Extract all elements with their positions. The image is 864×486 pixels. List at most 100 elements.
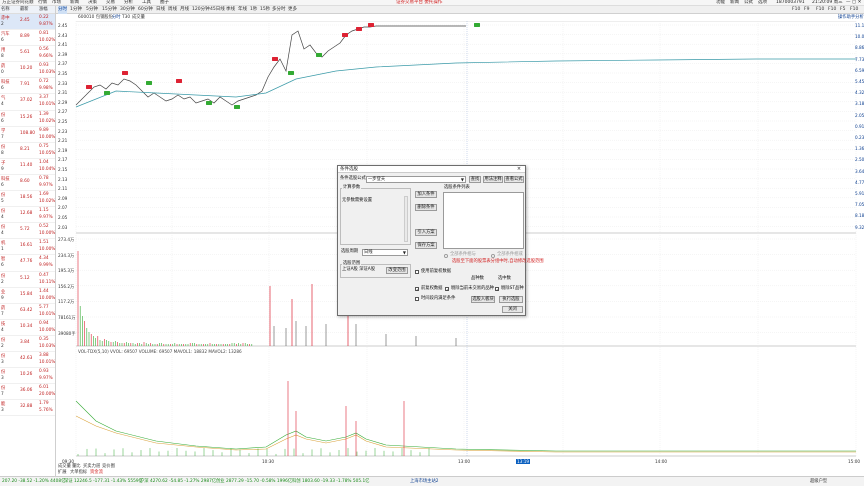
period-select[interactable]: 日线 ▼ — [362, 249, 408, 256]
stock-change: 0.94 — [39, 320, 49, 326]
period-tab[interactable]: 1分钟 — [70, 6, 82, 14]
period-tab[interactable]: 30分钟 — [120, 6, 135, 14]
chart-tab[interactable]: T30 — [122, 14, 130, 21]
stock-price: 3.84 — [20, 339, 30, 345]
watchlist-row[interactable]: 技 4 10.34 0.94 10.00% — [0, 320, 55, 336]
watchlist-row[interactable]: 业 9 15.84 1.44 10.00% — [0, 288, 55, 304]
period-tab[interactable]: 60分钟 — [138, 6, 153, 14]
watchlist-row[interactable]: 份 8 8.21 0.75 10.05% — [0, 143, 55, 159]
watchlist-row[interactable]: 科技 6 8.60 0.78 9.97% — [0, 175, 55, 192]
dialog-titlebar[interactable]: 条件选股 × — [338, 166, 525, 173]
watchlist-row[interactable]: 份 4 5.72 0.52 10.00% — [0, 223, 55, 240]
watchlist-row[interactable]: 机 1 16.61 1.51 10.00% — [0, 239, 55, 256]
timed-label: 时间段内满足条件 — [421, 296, 456, 301]
selected-label: 选中数 — [498, 276, 511, 281]
index-status[interactable]: 科创 1803.60 -19.33 -1.78% 505.1亿 — [292, 478, 369, 486]
price-tick-label: 2.23 — [58, 128, 68, 134]
watchlist-row[interactable]: 份 4 12.68 1.15 9.97% — [0, 207, 55, 224]
stock-price: 10.20 — [20, 66, 33, 72]
toolbar-shortcut[interactable]: F10 — [816, 6, 824, 14]
period-tab[interactable]: 15秒 — [260, 6, 270, 14]
save-plan-button[interactable]: 保存方案 — [415, 242, 437, 249]
index-status[interactable]: 深证 12246.5 -177.31 -1.43% 5559亿 — [64, 478, 143, 486]
watchlist-row[interactable]: 药 0 10.20 0.93 10.03% — [0, 62, 55, 79]
server-status[interactable]: 上海市场主站2 — [410, 478, 439, 486]
watchlist-row[interactable]: 份 5 18.56 1.69 10.02% — [0, 191, 55, 208]
period-tab[interactable]: 45日线 — [210, 6, 225, 14]
stock-change: 0.81 — [39, 31, 49, 37]
index-status[interactable]: 创业 2877.29 -15.70 -0.58% 1996亿 — [216, 478, 292, 486]
watchlist-row[interactable]: 气 4 37.02 3.37 10.01% — [0, 94, 55, 111]
toolbar-shortcut[interactable]: F10 — [828, 6, 836, 14]
period-tab[interactable]: 5分钟 — [86, 6, 98, 14]
watchlist-row[interactable]: 份 2 3.84 0.35 10.03% — [0, 336, 55, 352]
watchlist-row[interactable]: 智 6 47.76 4.34 9.99% — [0, 255, 55, 272]
toolbar-shortcut[interactable]: F5 — [840, 6, 845, 14]
indicator-area — [75, 381, 856, 456]
period-tab[interactable]: 周线 — [168, 6, 177, 14]
period-tab[interactable]: 更多 — [288, 6, 297, 14]
chart-tab[interactable]: 分时 — [112, 14, 121, 21]
condition-list[interactable] — [443, 192, 524, 249]
toolbar-shortcut[interactable]: F10 — [850, 6, 858, 14]
watchlist-row[interactable]: 赤中 2 2.45 0.22 9.87% — [0, 14, 55, 31]
watchlist-row[interactable]: 科技 6 7.91 0.72 9.98% — [0, 78, 55, 95]
col-header-name[interactable]: 名称 — [1, 6, 10, 14]
watchlist-row[interactable]: 能 3 32.88 1.79 5.76% — [0, 400, 55, 417]
close-button[interactable]: 关闭 — [502, 306, 523, 313]
toolbar-shortcut[interactable]: F9 — [804, 6, 809, 14]
timed-checkbox[interactable] — [415, 297, 419, 301]
find-button[interactable]: 查找 — [469, 176, 481, 183]
watchlist-row[interactable]: 份 6 15.26 1.39 10.02% — [0, 111, 55, 127]
index-status[interactable]: 沪深 4270.62 -54.85 -1.27% 2987亿 — [140, 478, 216, 486]
watchlist-row[interactable]: 汽车 6 8.89 0.81 10.02% — [0, 30, 55, 47]
use-rights-checkbox[interactable] — [415, 270, 419, 274]
stock-change-pct: 10.01% — [39, 359, 56, 365]
watchlist-row[interactable]: 学 7 108.80 9.89 10.00% — [0, 127, 55, 143]
stock-price: 63.42 — [20, 307, 33, 313]
period-tab[interactable]: 多分时 — [272, 6, 286, 14]
radio-and[interactable] — [444, 254, 448, 258]
del-st-checkbox[interactable]: ✓ — [495, 287, 499, 292]
close-icon[interactable]: × — [513, 166, 525, 173]
toolbar-shortcut[interactable]: F10 — [792, 6, 800, 14]
watchlist-row[interactable]: 份 2 5.12 0.47 10.11% — [0, 272, 55, 288]
watchlist-row[interactable]: 份 7 36.06 6.01 20.00% — [0, 384, 55, 401]
change-scope-button[interactable]: 改变范围 — [386, 267, 408, 274]
watchlist-row[interactable]: 用 8 5.61 0.56 9.66% — [0, 46, 55, 63]
signal-marker — [176, 79, 182, 83]
add-to-board-button[interactable]: 选股入板块 — [471, 296, 495, 303]
pct-tick-label: 4.32% — [855, 90, 864, 96]
watchlist-row[interactable]: 药 7 63.42 5.77 10.01% — [0, 304, 55, 320]
price-tick-label: 2.31 — [58, 90, 68, 96]
account-type[interactable]: 超级户型 — [810, 478, 827, 486]
del-suspend-checkbox[interactable]: ✓ — [445, 287, 449, 292]
col-header-price[interactable]: 最新 — [20, 6, 29, 14]
formula-select[interactable]: 一步登天 ▼ — [366, 176, 466, 183]
view-formula-button[interactable]: 查看公式 — [504, 176, 524, 183]
params-scrollbar[interactable] — [404, 196, 408, 242]
import-plan-button[interactable]: 引入方案 — [415, 229, 437, 236]
period-tab[interactable]: 日线 — [156, 6, 165, 14]
add-condition-button[interactable]: 加入条件 — [415, 191, 437, 198]
col-header-pct[interactable]: 涨幅 — [39, 6, 48, 14]
watchlist-row[interactable]: 份 3 10.26 0.93 9.97% — [0, 368, 55, 385]
execute-button[interactable]: 执行选股 — [499, 296, 523, 303]
period-tab[interactable]: 年线 — [238, 6, 247, 14]
delete-condition-button[interactable]: 删除条件 — [415, 204, 437, 211]
assistant-link[interactable]: 操作助手分析 — [838, 14, 864, 21]
watchlist-row[interactable]: 子 9 11.40 1.04 10.04% — [0, 159, 55, 175]
watchlist-row[interactable]: 份 3 42.63 3.88 10.01% — [0, 352, 56, 369]
usage-button[interactable]: 用法注释 — [483, 176, 503, 183]
period-tab[interactable]: 15分钟 — [102, 6, 117, 14]
period-tab[interactable]: 季线 — [226, 6, 235, 14]
chart-tab[interactable]: 成交量 — [132, 14, 145, 21]
index-status[interactable]: 207.20 -38.52 -1.20% 4408亿 — [2, 478, 65, 486]
pre-rights-checkbox[interactable]: ✓ — [415, 287, 419, 292]
period-tab[interactable]: 1秒 — [250, 6, 257, 14]
radio-or[interactable] — [491, 254, 495, 258]
period-tab[interactable]: 分时 — [58, 6, 67, 14]
period-tab[interactable]: 120分钟 — [192, 6, 210, 14]
period-tab[interactable]: 月线 — [180, 6, 189, 14]
pct-tick-label: 5.45% — [855, 79, 864, 84]
